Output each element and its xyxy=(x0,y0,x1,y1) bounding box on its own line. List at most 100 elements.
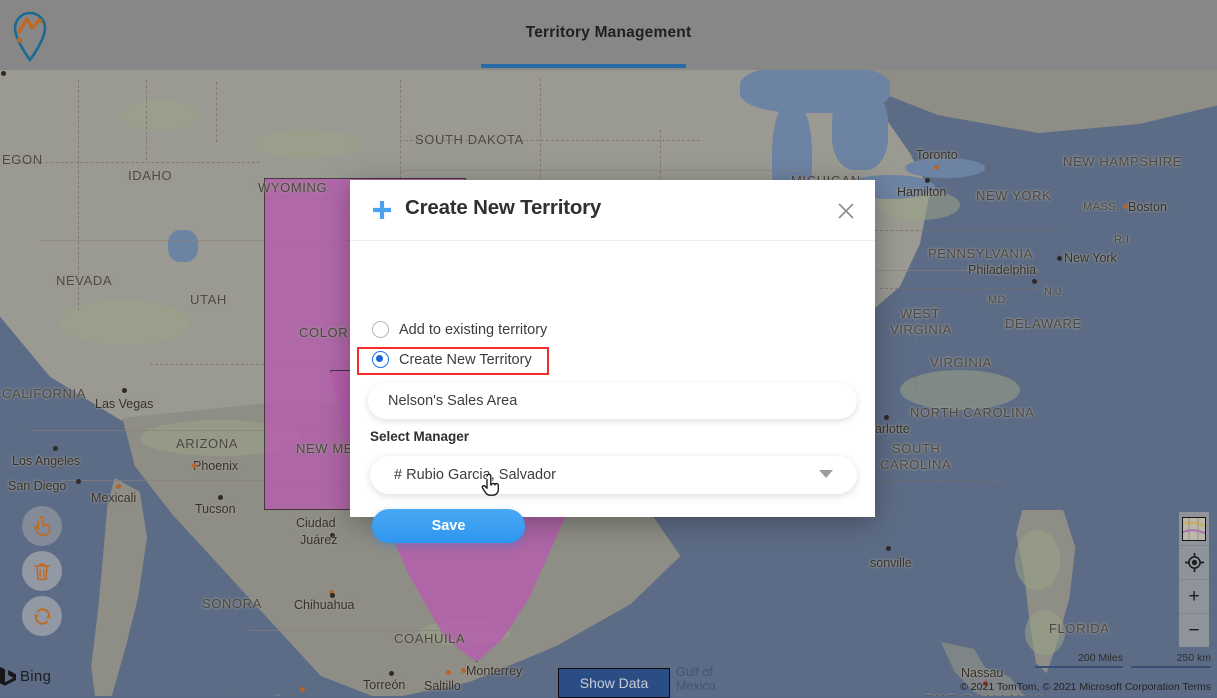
bing-mark-icon xyxy=(0,667,16,686)
map-label-state: IDAHO xyxy=(128,168,173,183)
manager-select[interactable]: # Rubio Garcia, Salvador xyxy=(370,456,857,494)
map-city-dot xyxy=(934,165,939,170)
delete-tool[interactable] xyxy=(22,551,62,591)
pan-hand-tool[interactable] xyxy=(22,506,62,546)
map-label-state: SOUTH xyxy=(892,441,941,456)
save-button[interactable]: Save xyxy=(372,509,525,543)
map-label-water: Gulf of xyxy=(676,665,713,679)
territory-name-input[interactable] xyxy=(368,383,857,419)
map-label-state: COAHUILA xyxy=(394,631,466,646)
map-city-dot xyxy=(218,495,223,500)
scale-km-line xyxy=(1131,666,1211,668)
map-label-state: MASS. xyxy=(1083,201,1120,213)
radio-add-to-existing[interactable]: Add to existing territory xyxy=(372,321,547,338)
lake-huron xyxy=(832,90,888,170)
map-label-state: WYOMING xyxy=(258,180,328,195)
show-data-button[interactable]: Show Data xyxy=(558,668,670,698)
map-label-city: San Diego xyxy=(8,479,67,493)
zoom-out-button[interactable]: − xyxy=(1179,614,1209,647)
map-label-state: CALIFORNIA xyxy=(2,386,87,401)
state-border xyxy=(146,80,147,160)
map-label-state: NEVADA xyxy=(56,273,113,288)
map-label-state: R.I. xyxy=(1114,234,1134,246)
map-thumbnail-icon xyxy=(1182,516,1206,541)
map-city-dot xyxy=(886,546,891,551)
map-label-city: Toronto xyxy=(916,148,958,162)
map-city-dot xyxy=(884,415,889,420)
refresh-tool[interactable] xyxy=(22,596,62,636)
map-label-water: Mexico xyxy=(676,679,716,693)
map-city-dot xyxy=(1123,204,1128,209)
radio-circle-unchecked[interactable] xyxy=(372,321,389,338)
map-label-city: Saltillo xyxy=(424,679,461,693)
scale-miles: 200 Miles xyxy=(1035,652,1123,668)
land-baja xyxy=(91,478,147,696)
map-controls: + − xyxy=(1179,512,1209,647)
select-manager-label: Select Manager xyxy=(370,429,470,444)
map-label-state: SONORA xyxy=(202,596,262,611)
map-label-state: COLOR xyxy=(299,325,349,340)
map-city-dot xyxy=(76,479,81,484)
map-style-toggle[interactable] xyxy=(1179,512,1209,546)
map-city-dot xyxy=(1057,256,1062,261)
radio-label-add-existing: Add to existing territory xyxy=(399,321,548,338)
map-label-city: Nassau xyxy=(961,666,1004,680)
trash-icon xyxy=(34,562,50,580)
map-city-dot xyxy=(1032,279,1037,284)
terrain-patch xyxy=(120,100,200,130)
map-label-state: MD. xyxy=(988,294,1010,306)
terrain-patch xyxy=(60,300,190,345)
map-label-state: NEW YORK xyxy=(976,188,1052,203)
map-city-dot xyxy=(446,670,451,675)
map-label-state: SOUTH DAKOTA xyxy=(415,132,524,147)
map-label-city: sonville xyxy=(870,556,912,570)
map-label-state: DELAWARE xyxy=(1005,316,1082,331)
bing-label: Bing xyxy=(20,667,52,685)
radio-circle-checked[interactable] xyxy=(372,351,389,368)
radio-label-create-new: Create New Territory xyxy=(399,351,532,368)
map-city-dot xyxy=(122,388,127,393)
map-label-city: Chihuahua xyxy=(294,598,355,612)
map-label-state: N.J. xyxy=(1044,286,1066,298)
map-city-dot xyxy=(1,71,6,76)
map-city-dot xyxy=(389,671,394,676)
refresh-icon xyxy=(33,607,51,625)
chevron-down-icon xyxy=(819,470,833,478)
radio-create-new[interactable]: Create New Territory xyxy=(372,351,532,368)
close-icon[interactable] xyxy=(833,198,859,224)
highway xyxy=(400,170,800,171)
map-label-state: NORTH CAROLINA xyxy=(910,405,1035,420)
map-label-state: FLORIDA xyxy=(1049,621,1110,636)
map-city-dot xyxy=(300,687,305,692)
scale-miles-line xyxy=(1035,666,1123,668)
header-accent-underline xyxy=(481,64,686,68)
map-label-state: NEW HAMPSHIRE xyxy=(1063,154,1183,169)
map-city-dot xyxy=(116,484,121,489)
manager-select-value: # Rubio Garcia, Salvador xyxy=(394,467,556,483)
app-header: Territory Management xyxy=(0,0,1217,70)
map-label-state: EGON xyxy=(2,152,43,167)
terrain-patch xyxy=(1015,530,1060,590)
map-label-city: Mexicali xyxy=(91,491,137,505)
map-attribution: © 2021 TomTom, © 2021 Microsoft Corporat… xyxy=(960,681,1211,693)
map-label-city: Boston xyxy=(1128,200,1167,214)
zoom-in-button[interactable]: + xyxy=(1179,580,1209,614)
state-border xyxy=(860,230,1060,231)
map-label-city: Juárez xyxy=(300,533,338,547)
state-border xyxy=(860,480,1000,481)
bing-logo[interactable]: Bing xyxy=(0,666,51,686)
map-label-city: Ciudad xyxy=(296,516,336,530)
map-label-city: Torreón xyxy=(363,678,406,692)
scale-km-label: 250 km xyxy=(1176,652,1211,664)
terrain-patch xyxy=(250,130,360,158)
map-label-state: PENNSYLVANIA xyxy=(928,246,1033,261)
map-label-state: VIRGINIA xyxy=(930,355,992,370)
map-label-state: WEST xyxy=(900,306,940,321)
page-title: Territory Management xyxy=(525,24,692,41)
map-label-city: Tucson xyxy=(195,502,236,516)
map-city-dot xyxy=(330,593,335,598)
great-salt-lake xyxy=(168,230,198,262)
hand-pointer-icon xyxy=(34,516,51,536)
locate-me-button[interactable] xyxy=(1179,546,1209,580)
state-border xyxy=(216,82,217,142)
